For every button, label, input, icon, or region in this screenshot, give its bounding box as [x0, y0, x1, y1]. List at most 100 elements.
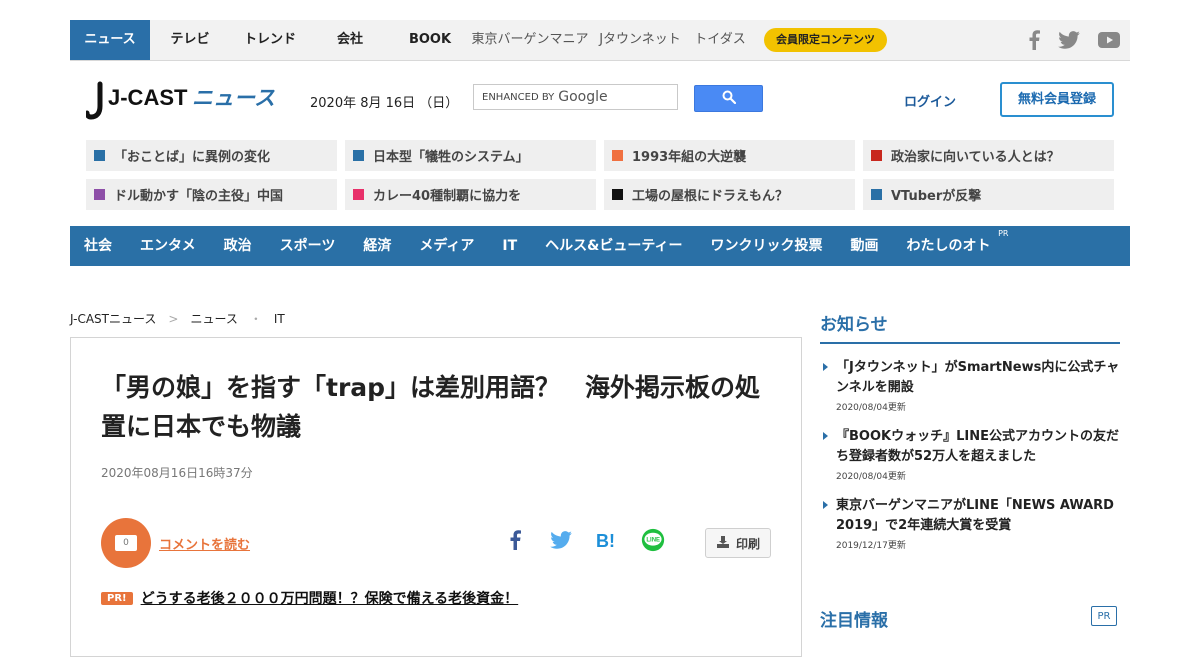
trending-item[interactable]: VTuberが反撃: [863, 179, 1114, 210]
category-nav: 社会 エンタメ 政治 スポーツ 経済 メディア IT ヘルス&ビューティー ワン…: [70, 226, 1130, 266]
category-entertainment[interactable]: エンタメ: [126, 226, 210, 266]
notice-date: 2019/12/17更新: [836, 541, 906, 551]
article-headline: 「男の娘」を指す「trap」は差別用語？ 海外掲示板の処置に日本でも物議: [101, 373, 761, 441]
youtube-icon[interactable]: [1098, 32, 1120, 48]
topnav-news[interactable]: ニュース: [70, 20, 150, 60]
trending-item[interactable]: 工場の屋根にドラえもん？: [604, 179, 855, 210]
category-watashi-no-oto[interactable]: わたしのオト PR: [893, 226, 1009, 266]
twitter-icon[interactable]: [1058, 31, 1080, 49]
print-button[interactable]: 印刷: [705, 528, 771, 558]
print-icon: [716, 535, 730, 552]
trending-label: 工場の屋根にドラえもん？: [632, 189, 789, 204]
trending-item[interactable]: ドル動かす「陰の主役」中国: [86, 179, 337, 210]
twitter-share-icon[interactable]: [549, 528, 573, 552]
category-sports[interactable]: スポーツ: [266, 226, 350, 266]
breadcrumb-separator-icon: >: [168, 311, 179, 326]
breadcrumb-dot-icon: ・: [249, 312, 262, 326]
trending-item[interactable]: 政治家に向いている人とは？: [863, 140, 1114, 171]
trending-item[interactable]: 「おことば」に異例の変化: [86, 140, 337, 171]
sidebar: お知らせ 「Jタウンネット」がSmartNews内に公式チャンネルを開設 202…: [820, 310, 1120, 631]
category-economy[interactable]: 経済: [349, 226, 405, 266]
category-one-click-vote[interactable]: ワンクリック投票: [697, 226, 837, 266]
trending-label: カレー40種制覇に協力を: [373, 189, 522, 204]
breadcrumb: J-CASTニュース > ニュース ・ IT: [70, 310, 285, 327]
sponsored-link[interactable]: どうする老後２０００万円問題！？保険で備える老後資金！: [141, 588, 519, 608]
topnav-tv[interactable]: テレビ: [150, 20, 230, 60]
logo-section-text: ニュース: [192, 86, 275, 110]
trending-marker: [94, 189, 105, 200]
comment-icon[interactable]: 0: [101, 518, 151, 568]
logo-brand-text: J-CAST: [108, 85, 188, 110]
trending-label: 「おことば」に異例の変化: [114, 150, 271, 165]
category-politics[interactable]: 政治: [210, 226, 266, 266]
trending-marker: [353, 150, 364, 161]
trending-item[interactable]: カレー40種制覇に協力を: [345, 179, 596, 210]
comment-area: 0 コメントを読む: [101, 518, 250, 568]
line-share-icon[interactable]: LINE: [641, 528, 665, 552]
trending-marker: [612, 150, 623, 161]
search-button[interactable]: [694, 85, 763, 112]
top-nav: ニュース テレビ トレンド 会社 BOOK 東京バーゲンマニア Jタウンネット …: [70, 20, 1130, 61]
member-content-badge[interactable]: 会員限定コンテンツ: [764, 28, 887, 52]
notice-date: 2020/08/04更新: [836, 472, 906, 482]
notice-headline: 東京バーゲンマニアがLINE「NEWS AWARD 2019」で2年連続大賞を受…: [836, 498, 1114, 533]
notice-list: 「Jタウンネット」がSmartNews内に公式チャンネルを開設 2020/08/…: [820, 358, 1120, 551]
trending-topics: 「おことば」に異例の変化 日本型「犠牲のシステム」 1993年組の大逆襲 政治家…: [86, 140, 1114, 210]
facebook-icon[interactable]: [1028, 30, 1040, 50]
trending-marker: [871, 189, 882, 200]
category-watashi-label: わたしのオト: [906, 238, 991, 254]
read-comments-link[interactable]: コメントを読む: [159, 534, 250, 553]
svg-text:LINE: LINE: [646, 538, 660, 544]
notice-heading: お知らせ: [820, 310, 1120, 344]
login-link[interactable]: ログイン: [904, 91, 956, 110]
trending-label: 日本型「犠牲のシステム」: [373, 150, 529, 165]
notice-headline: 「Jタウンネット」がSmartNews内に公式チャンネルを開設: [836, 360, 1120, 395]
search-icon: [722, 89, 736, 108]
category-it[interactable]: IT: [488, 226, 531, 266]
notice-item[interactable]: 東京バーゲンマニアがLINE「NEWS AWARD 2019」で2年連続大賞を受…: [820, 496, 1120, 551]
topnav-jtown[interactable]: Jタウンネット: [590, 20, 690, 60]
topnav-bargain[interactable]: 東京バーゲンマニア: [470, 20, 590, 60]
trending-label: 政治家に向いている人とは？: [891, 150, 1060, 165]
topnav-toidas[interactable]: トイダス: [690, 20, 750, 60]
category-video[interactable]: 動画: [837, 226, 893, 266]
trending-marker: [612, 189, 623, 200]
svg-text:B!: B!: [596, 531, 615, 550]
breadcrumb-it[interactable]: IT: [274, 312, 285, 326]
topnav-company[interactable]: 会社: [310, 20, 390, 60]
topnav-trend[interactable]: トレンド: [230, 20, 310, 60]
print-label: 印刷: [735, 536, 760, 551]
search-google-label: Google: [558, 89, 608, 105]
register-button[interactable]: 無料会員登録: [1000, 82, 1114, 117]
trending-marker: [871, 150, 882, 161]
article-date: 2020年08月16日16時37分: [101, 466, 253, 480]
share-buttons: B! LINE: [503, 528, 665, 552]
trending-item[interactable]: 1993年組の大逆襲: [604, 140, 855, 171]
trending-label: 1993年組の大逆襲: [632, 150, 747, 165]
notice-item[interactable]: 『BOOKウォッチ』LINE公式アカウントの友だち登録者数が52万人を超えました…: [820, 427, 1120, 482]
sponsored-line: PR! どうする老後２０００万円問題！？保険で備える老後資金！: [101, 588, 518, 608]
notice-headline: 『BOOKウォッチ』LINE公式アカウントの友だち登録者数が52万人を超えました: [836, 429, 1119, 464]
topnav-book[interactable]: BOOK: [390, 20, 470, 60]
trending-label: ドル動かす「陰の主役」中国: [114, 189, 284, 204]
search-input[interactable]: ENHANCED BY Google: [473, 84, 678, 110]
notice-item[interactable]: 「Jタウンネット」がSmartNews内に公式チャンネルを開設 2020/08/…: [820, 358, 1120, 413]
pr-badge: PR!: [101, 591, 133, 605]
article-card: 「男の娘」を指す「trap」は差別用語？ 海外掲示板の処置に日本でも物議 202…: [70, 337, 802, 657]
site-logo[interactable]: J-CAST ニュース: [84, 80, 276, 124]
social-links: [1028, 20, 1120, 60]
breadcrumb-home[interactable]: J-CASTニュース: [70, 310, 156, 327]
comment-count: 0: [115, 535, 137, 551]
trending-marker: [353, 189, 364, 200]
category-health-beauty[interactable]: ヘルス&ビューティー: [531, 226, 696, 266]
facebook-share-icon[interactable]: [503, 528, 527, 552]
hatena-bookmark-icon[interactable]: B!: [595, 528, 619, 552]
breadcrumb-news[interactable]: ニュース: [190, 310, 237, 327]
trending-item[interactable]: 日本型「犠牲のシステム」: [345, 140, 596, 171]
trending-marker: [94, 150, 105, 161]
search-enhanced-label: ENHANCED BY: [482, 91, 555, 103]
category-media[interactable]: メディア: [405, 226, 488, 266]
category-society[interactable]: 社会: [70, 226, 126, 266]
notice-date: 2020/08/04更新: [836, 403, 906, 413]
trending-label: VTuberが反撃: [891, 189, 982, 204]
